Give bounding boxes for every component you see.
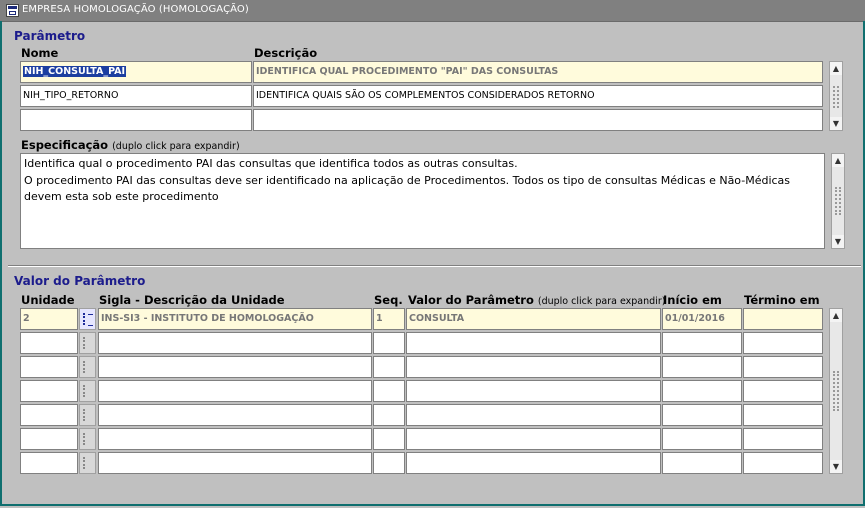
descricao-field[interactable]: IDENTIFICA QUAL PROCEDIMENTO "PAI" DAS C… — [253, 61, 823, 83]
inicio-field[interactable] — [662, 428, 742, 450]
especificacao-textarea[interactable]: Identifica qual o procedimento PAI das c… — [20, 153, 825, 249]
termino-field[interactable] — [743, 308, 823, 330]
termino-field[interactable] — [743, 452, 823, 474]
valor-field[interactable] — [406, 356, 661, 378]
scroll-thumb[interactable] — [835, 187, 841, 215]
sigla-field[interactable] — [98, 332, 372, 354]
arrow-down-icon[interactable]: ▼ — [830, 460, 842, 473]
sigla-field[interactable] — [98, 404, 372, 426]
nome-field[interactable]: NIH_TIPO_RETORNO — [20, 85, 252, 107]
column-header-sigla: Sigla - Descrição da Unidade — [99, 293, 285, 307]
inicio-field[interactable]: 01/01/2016 — [662, 308, 742, 330]
termino-field[interactable] — [743, 356, 823, 378]
unidade-field[interactable] — [20, 380, 78, 402]
descricao-field[interactable]: IDENTIFICA QUAIS SÃO OS COMPLEMENTOS CON… — [253, 85, 823, 107]
especificacao-line: Identifica qual o procedimento PAI das c… — [24, 157, 518, 170]
unidade-field[interactable]: 2 — [20, 308, 78, 330]
list-of-values-icon[interactable] — [79, 404, 96, 426]
list-of-values-icon[interactable] — [79, 308, 96, 330]
nome-field[interactable] — [20, 109, 252, 131]
section-divider — [8, 265, 861, 267]
column-header-valor-hint: (duplo click para expandir) — [537, 296, 666, 307]
termino-field[interactable] — [743, 380, 823, 402]
especificacao-label: Especificação (duplo click para expandir… — [21, 138, 240, 152]
inicio-field[interactable] — [662, 380, 742, 402]
valor-field[interactable] — [406, 452, 661, 474]
arrow-up-icon[interactable]: ▲ — [830, 62, 842, 75]
valor-field[interactable] — [406, 428, 661, 450]
list-of-values-icon[interactable] — [79, 356, 96, 378]
descricao-field[interactable] — [253, 109, 823, 131]
sigla-field[interactable] — [98, 452, 372, 474]
arrow-up-icon[interactable]: ▲ — [830, 309, 842, 322]
section-title-parametro: Parâmetro — [14, 29, 86, 43]
nome-field[interactable]: NIH_CONSULTA_PAI — [20, 61, 252, 83]
column-header-termino: Término em — [744, 293, 820, 307]
form-window-icon — [6, 4, 19, 17]
parametro-scrollbar[interactable]: ▲ ▼ — [829, 61, 843, 131]
section-title-valor: Valor do Parâmetro — [14, 274, 146, 288]
unidade-field[interactable] — [20, 356, 78, 378]
seq-field[interactable] — [373, 380, 405, 402]
inicio-field[interactable] — [662, 332, 742, 354]
seq-field[interactable] — [373, 404, 405, 426]
unidade-field[interactable] — [20, 452, 78, 474]
column-header-valor: Valor do Parâmetro (duplo click para exp… — [408, 293, 665, 307]
scroll-thumb[interactable] — [833, 86, 839, 108]
column-header-seq: Seq. — [374, 293, 403, 307]
column-header-valor-text: Valor do Parâmetro — [408, 293, 534, 307]
unidade-field[interactable] — [20, 404, 78, 426]
especificacao-scrollbar[interactable]: ▲ ▼ — [831, 153, 845, 249]
valor-scrollbar[interactable]: ▲ ▼ — [829, 308, 843, 474]
especificacao-hint: (duplo click para expandir) — [112, 141, 240, 152]
seq-field[interactable] — [373, 452, 405, 474]
sigla-field[interactable] — [98, 380, 372, 402]
termino-field[interactable] — [743, 404, 823, 426]
valor-field[interactable] — [406, 404, 661, 426]
list-of-values-icon[interactable] — [79, 332, 96, 354]
scroll-thumb[interactable] — [833, 371, 839, 411]
especificacao-line: O procedimento PAI das consultas deve se… — [24, 173, 791, 187]
valor-field[interactable]: CONSULTA — [406, 308, 661, 330]
window-title: EMPRESA HOMOLOGAÇÃO (HOMOLOGAÇÃO) — [22, 4, 249, 15]
title-bar: EMPRESA HOMOLOGAÇÃO (HOMOLOGAÇÃO) — [0, 0, 865, 22]
arrow-up-icon[interactable]: ▲ — [832, 154, 844, 167]
seq-field[interactable] — [373, 332, 405, 354]
sigla-field[interactable] — [98, 356, 372, 378]
especificacao-label-text: Especificação — [21, 138, 109, 152]
list-of-values-icon[interactable] — [79, 380, 96, 402]
arrow-down-icon[interactable]: ▼ — [830, 117, 842, 130]
inicio-field[interactable] — [662, 452, 742, 474]
unidade-field[interactable] — [20, 332, 78, 354]
arrow-down-icon[interactable]: ▼ — [832, 235, 844, 248]
column-header-unidade: Unidade — [21, 293, 75, 307]
column-header-inicio: Início em — [663, 293, 722, 307]
seq-field[interactable] — [373, 356, 405, 378]
column-header-descricao: Descrição — [254, 46, 318, 60]
inicio-field[interactable] — [662, 356, 742, 378]
termino-field[interactable] — [743, 332, 823, 354]
seq-field[interactable] — [373, 428, 405, 450]
especificacao-line: devem esta sob este procedimento — [24, 190, 219, 203]
seq-field[interactable]: 1 — [373, 308, 405, 330]
inicio-field[interactable] — [662, 404, 742, 426]
valor-field[interactable] — [406, 332, 661, 354]
valor-field[interactable] — [406, 380, 661, 402]
sigla-field[interactable]: INS-SI3 - INSTITUTO DE HOMOLOGAÇÃO — [98, 308, 372, 330]
termino-field[interactable] — [743, 428, 823, 450]
list-of-values-icon[interactable] — [79, 428, 96, 450]
unidade-field[interactable] — [20, 428, 78, 450]
list-of-values-icon[interactable] — [79, 452, 96, 474]
sigla-field[interactable] — [98, 428, 372, 450]
column-header-nome: Nome — [21, 46, 59, 60]
